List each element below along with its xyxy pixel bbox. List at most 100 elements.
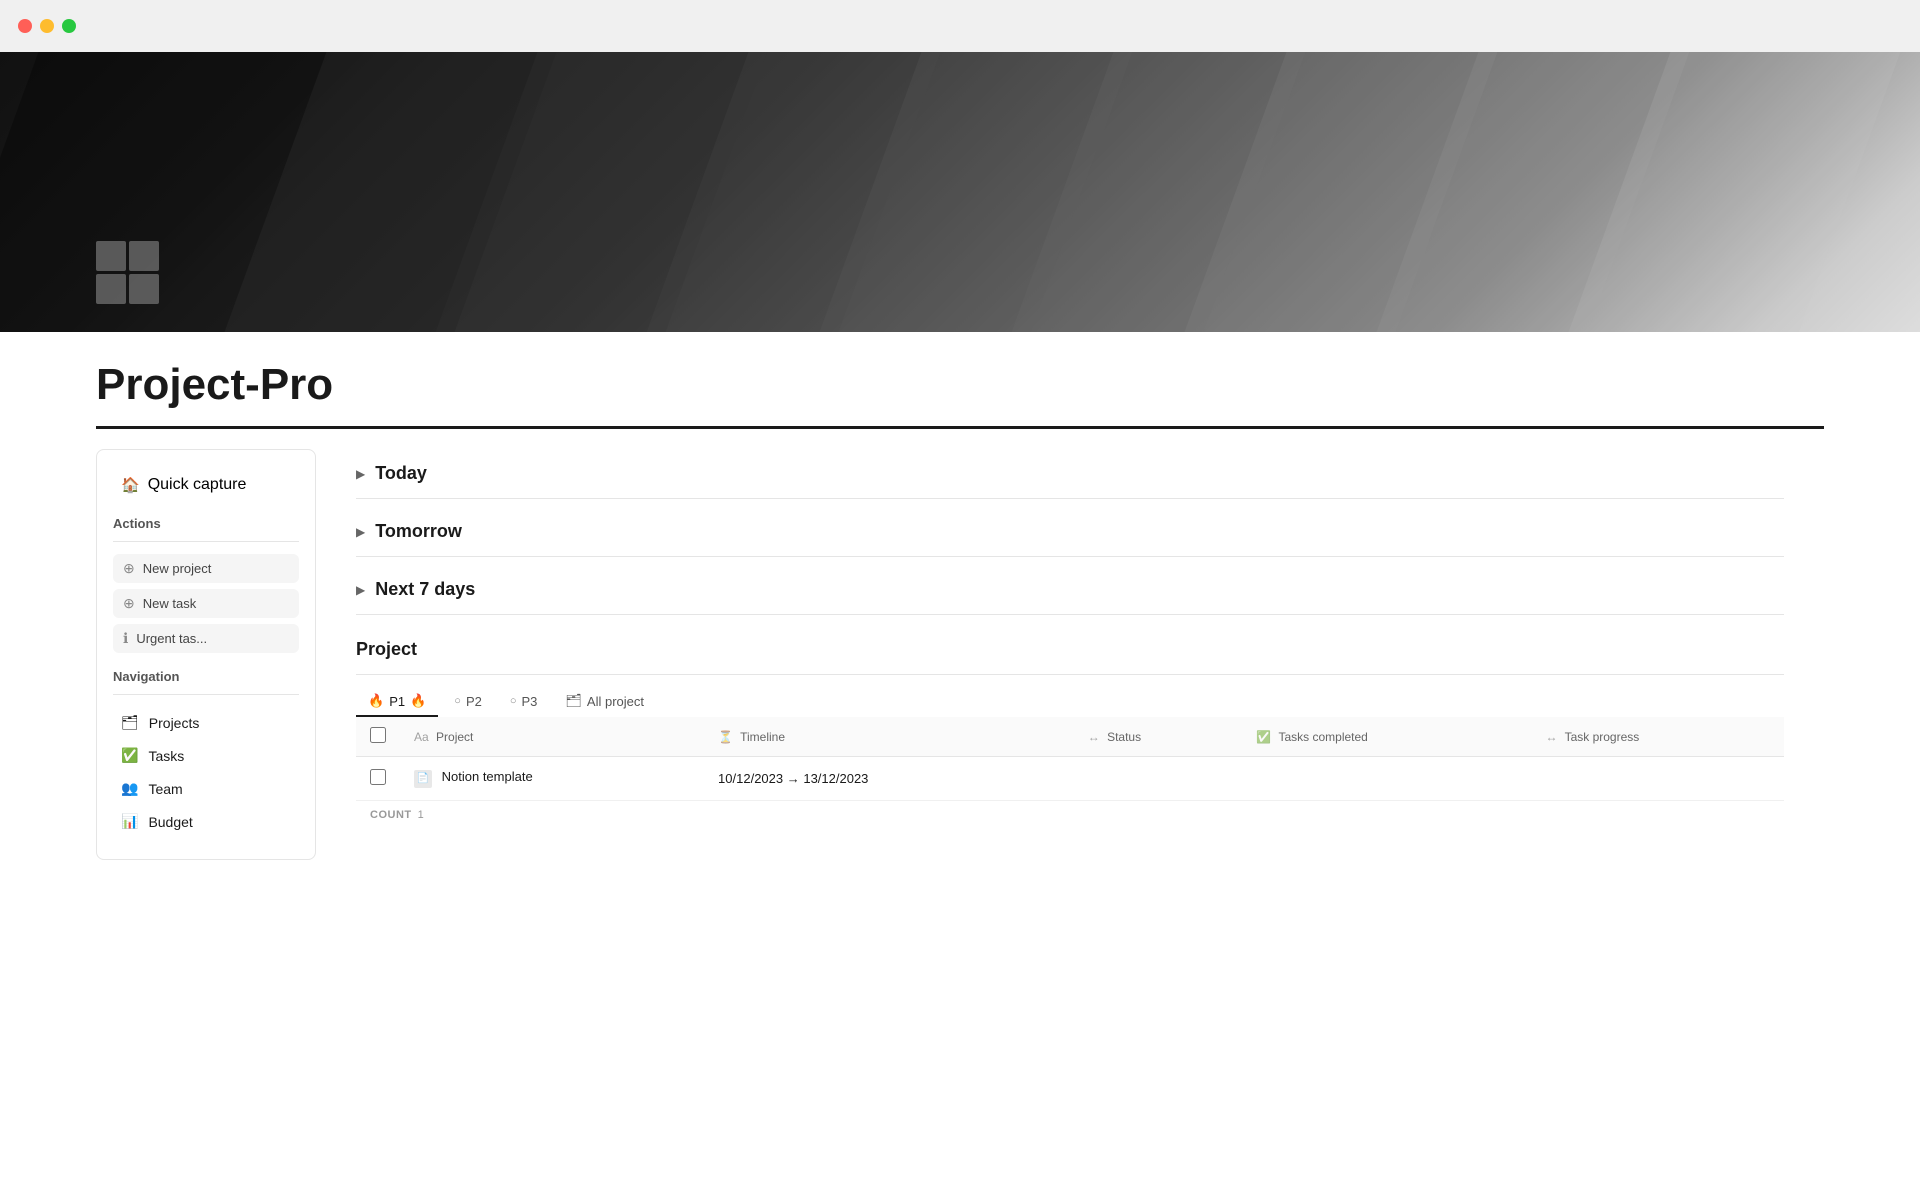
sidebar-item-tasks[interactable]: ✅ Tasks <box>113 740 299 771</box>
page-title: Project-Pro <box>96 332 1824 426</box>
tab-p3-label: P3 <box>522 694 538 709</box>
budget-label: Budget <box>148 814 192 830</box>
new-project-button[interactable]: ⊕ New project <box>113 554 299 583</box>
tasks-label: Tasks <box>148 748 184 764</box>
row-timeline-value: 10/12/2023 → 13/12/2023 <box>718 771 868 786</box>
urgent-task-label: Urgent tas... <box>136 631 207 646</box>
project-table: Aa Project ⏳ Timeline ↔ Status <box>356 717 1784 801</box>
tab-p1[interactable]: 🔥 P1 🔥 <box>356 687 438 717</box>
hero-stripes <box>0 52 1920 332</box>
tab-allproject-label: All project <box>587 694 644 709</box>
th-task-progress-label: Task progress <box>1565 730 1640 744</box>
plus-icon: ⊕ <box>123 560 135 577</box>
sidebar-item-projects[interactable]: 🗂 Projects <box>113 707 299 738</box>
actions-section-label: Actions <box>113 516 299 531</box>
next7days-label: Next 7 days <box>375 579 475 600</box>
th-timeline: ⏳ Timeline <box>704 717 1074 757</box>
th-status: ↔ Status <box>1074 717 1243 757</box>
today-label: Today <box>375 463 427 484</box>
team-label: Team <box>148 781 182 797</box>
hero-icon <box>96 241 159 304</box>
hero-banner <box>0 52 1920 332</box>
row-timeline-cell: 10/12/2023 → 13/12/2023 <box>704 757 1074 801</box>
th-checkbox <box>356 717 400 757</box>
row-project-cell: 📄 Notion template <box>400 757 704 801</box>
projects-label: Projects <box>149 715 200 731</box>
hero-icon-square <box>129 274 159 304</box>
timeline-icon: ⏳ <box>718 730 733 744</box>
team-icon: 👥 <box>121 780 138 797</box>
content-area: ▶ Today ▶ Tomorrow ▶ Next 7 days <box>316 429 1824 1129</box>
th-project: Aa Project <box>400 717 704 757</box>
minimize-button[interactable] <box>40 19 54 33</box>
row-task-progress-cell <box>1531 757 1784 801</box>
check-icon: ✅ <box>1256 730 1271 744</box>
folder-icon: 🗂 <box>565 693 582 709</box>
chevron-right-icon: ▶ <box>356 467 365 481</box>
th-project-label: Project <box>436 730 473 744</box>
progress-icon: ↔ <box>1545 730 1557 744</box>
chevron-right-icon: ▶ <box>356 525 365 539</box>
sidebar-item-team[interactable]: 👥 Team <box>113 773 299 804</box>
tab-p3[interactable]: ○ P3 <box>498 688 550 717</box>
circle-icon-p3: ○ <box>510 695 517 707</box>
tab-p2[interactable]: ○ P2 <box>442 688 494 717</box>
hero-icon-square <box>129 241 159 271</box>
th-timeline-label: Timeline <box>740 730 785 744</box>
hero-icon-square <box>96 274 126 304</box>
tomorrow-collapse-row[interactable]: ▶ Tomorrow <box>356 507 1784 557</box>
new-project-label: New project <box>143 561 212 576</box>
count-label: COUNT <box>370 809 412 821</box>
main-layout: 🏠 Quick capture Actions ⊕ New project ⊕ … <box>96 429 1824 1129</box>
maximize-button[interactable] <box>62 19 76 33</box>
fire-icon: 🔥 <box>368 693 384 709</box>
row-status-cell <box>1074 757 1243 801</box>
urgent-task-button[interactable]: ℹ Urgent tas... <box>113 624 299 653</box>
project-section-title: Project <box>356 639 1784 660</box>
count-row: COUNT 1 <box>356 801 1784 829</box>
th-tasks-completed-label: Tasks completed <box>1278 730 1367 744</box>
next7days-section: ▶ Next 7 days <box>356 565 1784 615</box>
today-section: ▶ Today <box>356 449 1784 499</box>
navigation-section-label: Navigation <box>113 669 299 684</box>
close-button[interactable] <box>18 19 32 33</box>
next7days-collapse-row[interactable]: ▶ Next 7 days <box>356 565 1784 615</box>
notion-page-icon: 📄 <box>414 770 432 788</box>
sidebar: 🏠 Quick capture Actions ⊕ New project ⊕ … <box>96 449 316 860</box>
titlebar <box>0 0 1920 52</box>
circle-icon-p2: ○ <box>454 695 461 707</box>
quick-capture-button[interactable]: 🏠 Quick capture <box>113 470 299 500</box>
hero-icon-square <box>96 241 126 271</box>
table-row: 📄 Notion template 10/12/2023 → 13/12/202… <box>356 757 1784 801</box>
new-task-label: New task <box>143 596 196 611</box>
project-section: Project 🔥 P1 🔥 ○ P2 ○ P3 <box>356 639 1784 829</box>
plus-icon: ⊕ <box>123 595 135 612</box>
row-checkbox[interactable] <box>370 769 386 785</box>
today-collapse-row[interactable]: ▶ Today <box>356 449 1784 499</box>
home-icon: 🏠 <box>121 476 140 494</box>
projects-icon: 🗂 <box>121 714 139 731</box>
navigation-divider <box>113 694 299 695</box>
sidebar-item-budget[interactable]: 📊 Budget <box>113 806 299 837</box>
th-status-label: Status <box>1107 730 1141 744</box>
project-divider <box>356 674 1784 675</box>
row-project-name: Notion template <box>442 769 533 784</box>
text-icon: Aa <box>414 730 429 744</box>
tomorrow-section: ▶ Tomorrow <box>356 507 1784 557</box>
budget-icon: 📊 <box>121 813 138 830</box>
tasks-icon: ✅ <box>121 747 138 764</box>
tab-p1-label: P1 <box>389 694 405 709</box>
th-tasks-completed: ✅ Tasks completed <box>1242 717 1531 757</box>
row-tasks-completed-cell <box>1242 757 1531 801</box>
select-all-checkbox[interactable] <box>370 727 386 743</box>
info-icon: ℹ <box>123 630 128 647</box>
th-task-progress: ↔ Task progress <box>1531 717 1784 757</box>
quick-capture-label: Quick capture <box>148 476 247 494</box>
new-task-button[interactable]: ⊕ New task <box>113 589 299 618</box>
tab-p2-label: P2 <box>466 694 482 709</box>
tomorrow-label: Tomorrow <box>375 521 462 542</box>
status-icon: ↔ <box>1088 730 1100 744</box>
row-checkbox-cell <box>356 757 400 801</box>
count-value: 1 <box>418 809 425 821</box>
tab-allproject[interactable]: 🗂 All project <box>553 687 656 717</box>
